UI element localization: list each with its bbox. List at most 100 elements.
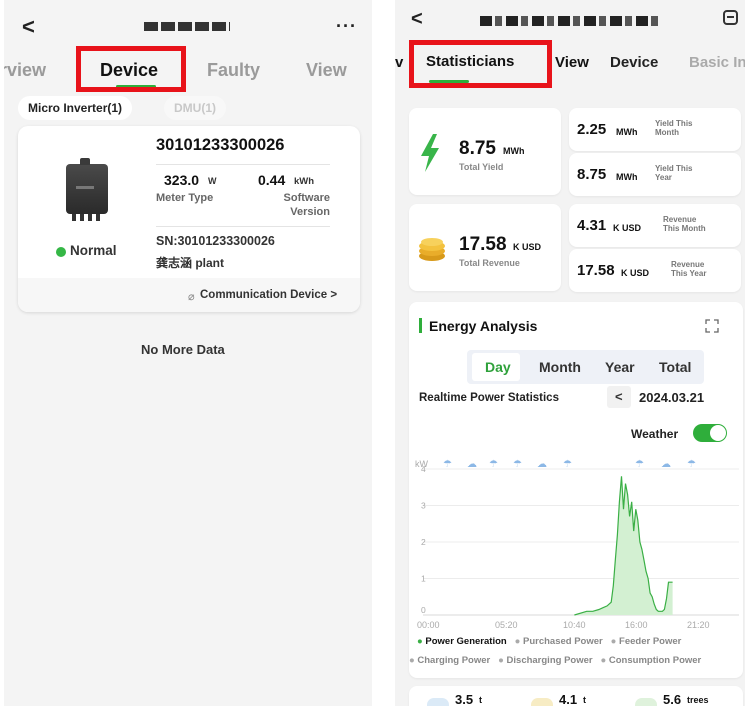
weather-icon: ☂	[687, 459, 696, 470]
back-chevron-icon[interactable]: <	[411, 8, 423, 31]
date-value: 2024.03.21	[639, 390, 705, 405]
sn-text: SN:30101233300026	[156, 234, 275, 248]
period-segmented-control: Day Month Year Total	[467, 350, 704, 384]
series-area-power-generation	[574, 476, 673, 615]
yield-year-label-1: Yield This	[655, 164, 693, 173]
legend-dot-icon: ●	[492, 655, 507, 666]
y-tick-label: 2	[421, 537, 426, 547]
yield-month-value: 2.25	[577, 121, 607, 138]
tab-overview[interactable]: v	[395, 54, 403, 71]
legend-power-generation[interactable]: Power Generation	[425, 636, 506, 647]
total-yield-card: 8.75 MWh Total Yield	[409, 108, 561, 195]
yield-month-unit: MWh	[616, 127, 638, 137]
legend-dot-icon: ●	[595, 655, 609, 666]
right-screen: < v Statisticians View Device Basic In 8…	[395, 0, 745, 706]
energy-analysis-panel: Energy Analysis Day Month Year Total Rea…	[409, 302, 743, 678]
total-revenue-value: 17.58	[459, 234, 507, 255]
inverter-device-image	[66, 158, 108, 221]
legend-dot-icon: ●	[605, 636, 620, 647]
segment-total[interactable]: Total	[659, 359, 691, 375]
weather-icon: ☁	[467, 459, 477, 470]
weather-label: Weather	[631, 427, 679, 441]
revenue-year-value: 17.58	[577, 262, 615, 279]
communication-device-link[interactable]: Communication Device >	[200, 289, 337, 301]
total-yield-value: 8.75	[459, 138, 496, 159]
more-icon[interactable]: ···	[336, 16, 357, 37]
page-title-redacted	[480, 16, 660, 26]
revenue-month-value: 4.31	[577, 217, 607, 234]
plant-name: 龚志涵 plant	[156, 256, 224, 270]
section-marker	[419, 318, 422, 333]
power-label: Meter Type	[156, 192, 214, 204]
legend-feeder-power[interactable]: Feeder Power	[619, 636, 681, 647]
revenue-month-unit: K USD	[613, 223, 642, 233]
realtime-power-label: Realtime Power Statistics	[419, 392, 559, 404]
revenue-year-label-2: This Year	[671, 269, 707, 278]
segment-day[interactable]: Day	[485, 359, 511, 375]
environmental-summary: 3.5 t 4.1 t 5.6 trees	[409, 686, 743, 706]
legend-dot-icon: ●	[509, 636, 523, 647]
no-more-data: No More Data	[141, 342, 225, 357]
top-bar: < ···	[4, 0, 372, 52]
y-tick-label: 3	[421, 501, 426, 511]
x-tick-label: 16:00	[625, 620, 648, 630]
revenue-year-card: 17.58 K USD Revenue This Year	[569, 249, 741, 292]
weather-icon: ☂	[513, 459, 522, 470]
chevron-left-icon: <	[615, 389, 623, 404]
tab-bar: rview Device Faulty View	[4, 52, 372, 88]
y-tick-label: 1	[421, 574, 426, 584]
tree-icon	[635, 698, 657, 706]
tab-basic-info[interactable]: Basic In	[689, 54, 745, 71]
chip-micro-inverter[interactable]: Micro Inverter(1)	[18, 96, 133, 120]
device-serial: 30101233300026	[156, 136, 285, 154]
revenue-month-label-1: Revenue	[663, 215, 697, 224]
tab-view[interactable]: View	[555, 54, 589, 71]
divider	[156, 164, 330, 165]
tab-device[interactable]: Device	[610, 54, 658, 71]
chip-dmu[interactable]: DMU(1)	[164, 96, 226, 120]
weather-icon: ☂	[489, 459, 498, 470]
weather-icon: ☂	[635, 459, 644, 470]
coal-icon	[531, 698, 553, 706]
divider	[156, 226, 330, 227]
total-yield-unit: MWh	[503, 146, 525, 156]
yield-year-unit: MWh	[616, 172, 638, 182]
tab-overview[interactable]: rview	[4, 60, 46, 81]
total-revenue-unit: K USD	[513, 242, 542, 252]
prev-date-button[interactable]: <	[607, 386, 631, 408]
x-tick-label: 21:20	[687, 620, 710, 630]
x-tick-label: 10:40	[563, 620, 586, 630]
tab-faulty[interactable]: Faulty	[207, 60, 260, 81]
legend-charging-power[interactable]: Charging Power	[417, 655, 490, 666]
revenue-year-label-1: Revenue	[671, 260, 705, 269]
power-value: 323.0	[164, 172, 200, 188]
back-chevron-icon[interactable]: <	[22, 14, 35, 40]
weather-icon: ☂	[443, 459, 452, 470]
status-text: Normal	[70, 243, 117, 258]
lightning-icon	[421, 134, 439, 172]
segment-year[interactable]: Year	[605, 359, 635, 375]
energy-label-1: Software	[283, 192, 330, 204]
device-card[interactable]: Normal 30101233300026 323.0 W Meter Type…	[18, 126, 360, 312]
yield-year-card: 8.75 MWh Yield This Year	[569, 153, 741, 196]
yield-month-card: 2.25 MWh Yield This Month	[569, 108, 741, 151]
tab-view[interactable]: View	[306, 60, 347, 81]
energy-label-2: Version	[290, 206, 330, 218]
legend-purchased-power[interactable]: Purchased Power	[523, 636, 603, 647]
revenue-year-unit: K USD	[621, 268, 650, 278]
summary-value-1: 3.5	[455, 692, 474, 706]
segment-month[interactable]: Month	[539, 359, 581, 375]
link-icon: ⌀	[188, 291, 195, 303]
total-yield-label: Total Yield	[459, 162, 504, 172]
legend-discharging-power[interactable]: Discharging Power	[507, 655, 593, 666]
energy-analysis-title: Energy Analysis	[429, 318, 538, 334]
energy-value: 0.44	[258, 172, 286, 188]
summary-value-2: 4.1	[559, 692, 578, 706]
weather-toggle[interactable]	[693, 424, 727, 442]
expand-icon[interactable]	[723, 10, 738, 25]
power-unit: W	[208, 176, 217, 186]
legend-consumption-power[interactable]: Consumption Power	[609, 655, 701, 666]
fullscreen-icon[interactable]	[705, 319, 719, 333]
status-dot	[56, 247, 66, 257]
summary-unit-1: t	[479, 695, 482, 705]
